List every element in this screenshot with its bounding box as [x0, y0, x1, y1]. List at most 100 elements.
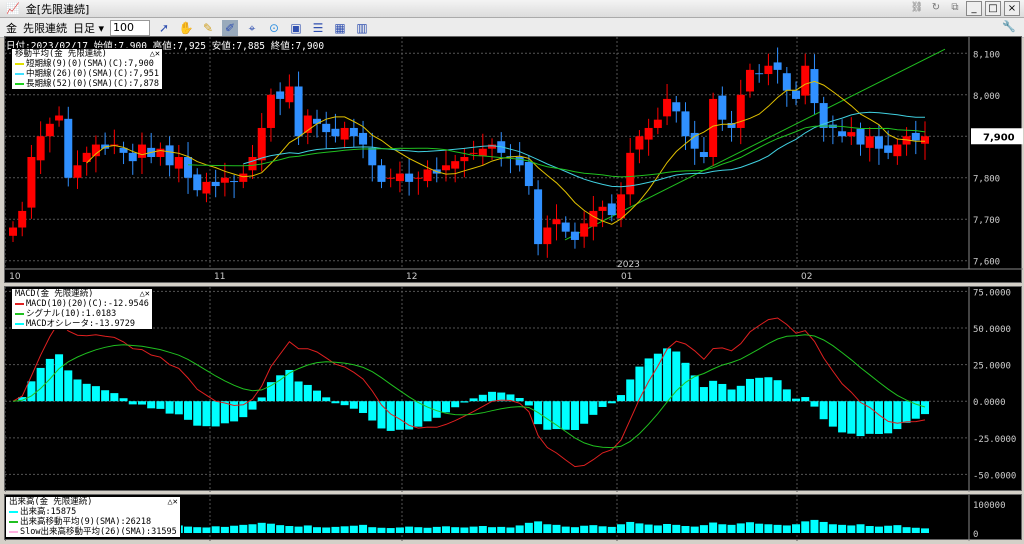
oscillator-bar	[174, 401, 183, 415]
cursor-icon[interactable]: ➚	[156, 20, 172, 36]
oscillator-bar	[709, 380, 718, 402]
oscillator-bar	[699, 387, 708, 402]
candle-body	[469, 152, 478, 154]
candle-body	[359, 132, 368, 145]
candle-body	[865, 136, 874, 148]
volume-bar	[515, 525, 524, 533]
oscillator-bar	[368, 401, 377, 421]
volume-bar	[745, 522, 754, 533]
volume-bar	[911, 527, 920, 533]
close-button[interactable]: ×	[1004, 1, 1020, 16]
volume-bar	[663, 523, 672, 533]
volume-bar	[313, 527, 321, 533]
oscillator-bar	[220, 401, 229, 424]
candle-body	[764, 65, 773, 75]
ma-short-row: 短期線(9)(0)(SMA)(C):7,900	[15, 59, 159, 69]
volume-legend: 出来高(金 先限連続) △✕ 出来高:15875 出来高移動平均(9)(SMA):…	[5, 496, 181, 538]
candle-body	[681, 111, 690, 137]
chart-icon[interactable]: ▣	[288, 20, 304, 36]
crosshair-icon[interactable]: ⌖	[244, 20, 260, 36]
period-dropdown[interactable]: 日足 ▾	[73, 20, 104, 36]
oscillator-bar	[340, 401, 349, 406]
oscillator-bar	[441, 401, 450, 413]
macd-panel[interactable]: 75.0000 50.0000 25.0000 0.0000 -25.0000 -50.0…	[4, 286, 1023, 492]
oscillator-bar	[27, 381, 36, 402]
candle-body	[773, 62, 782, 70]
volume-bar	[718, 524, 727, 533]
pencil-icon[interactable]: ✎	[200, 20, 216, 36]
oscillator-row: MACDオシレータ:-13.9729	[15, 319, 149, 329]
window-title: 金[先限連続]	[25, 2, 90, 16]
oscillator-bar	[414, 401, 423, 427]
candle-body	[635, 136, 644, 150]
volume-bar	[276, 525, 285, 533]
oscillator-bar	[488, 391, 497, 402]
table-icon[interactable]: ▦	[332, 20, 348, 36]
up-icon[interactable]: ⊙	[266, 20, 282, 36]
volume-bar	[543, 524, 552, 533]
volume-bar	[395, 527, 404, 533]
candle-body	[386, 177, 395, 179]
oscillator-bar	[921, 401, 929, 415]
refresh-icon[interactable]: ↻	[928, 1, 944, 16]
volume-bar	[211, 526, 220, 533]
copy-icon[interactable]: ⧉	[947, 1, 963, 16]
candle-body	[27, 157, 36, 208]
date-label: 12	[406, 272, 417, 282]
volume-bar	[792, 524, 801, 533]
macd-tick-label: 25.0000	[973, 362, 1011, 372]
symbol-label[interactable]: 金	[6, 20, 17, 36]
oscillator-bar	[322, 397, 331, 402]
draw-icon[interactable]: ✐	[222, 19, 239, 36]
hand-icon[interactable]: ✋	[178, 20, 194, 36]
volume-tick-label: 100000	[973, 501, 1006, 511]
settings-wrench-icon[interactable]: 🔧	[1002, 20, 1016, 33]
count-input[interactable]: 100	[110, 19, 151, 36]
maximize-button[interactable]: □	[985, 1, 1001, 16]
price-tick-label: 7,700	[973, 216, 1000, 226]
volume-bar	[699, 525, 708, 533]
volume-panel[interactable]: 100000 0 出来高(金 先限連続) △✕ 出来高:15875 出来高移動平均(…	[4, 494, 1022, 541]
link-icon[interactable]: ⛓	[909, 1, 925, 16]
candle-body	[414, 177, 423, 179]
price-panel[interactable]: 8,100 8,000 7,900 7,800 7,700 7,600 10 11 12 01 02…	[4, 36, 1023, 283]
candle-body	[782, 73, 791, 91]
oscillator-bar	[451, 401, 460, 408]
macd-row: MACD(10)(20)(C):-12.9546	[15, 299, 149, 309]
volume-bar	[653, 525, 662, 533]
contract-label[interactable]: 先限連続	[23, 20, 67, 36]
minimize-button[interactable]: _	[966, 1, 982, 16]
oscillator-bar	[211, 401, 220, 427]
candle-body	[45, 123, 54, 137]
candle-body	[607, 203, 616, 216]
candle-body	[313, 118, 321, 124]
volume-bar	[441, 526, 450, 533]
candle-body	[718, 95, 727, 120]
volume-bar	[681, 526, 690, 533]
oscillator-bar	[395, 401, 404, 430]
legend-close-icon[interactable]: △✕	[167, 497, 177, 507]
volume-tick-label: 0	[973, 530, 978, 540]
volume-bar	[359, 524, 368, 533]
candle-body	[755, 73, 764, 75]
oscillator-bar	[147, 401, 156, 409]
candle-body	[349, 127, 358, 137]
volume-bar	[524, 522, 533, 533]
price-tick-label: 7,600	[973, 258, 1000, 268]
candle-body	[55, 115, 64, 121]
candle-body	[911, 132, 920, 141]
ma-mid-row: 中期線(26)(0)(SMA)(C):7,951	[15, 69, 159, 79]
candle-body	[792, 90, 801, 99]
bar-chart-icon[interactable]: ▥	[354, 20, 370, 36]
oscillator-bar	[515, 397, 524, 402]
grid-icon[interactable]: ☰	[310, 20, 326, 36]
macd-chart[interactable]: 75.0000 50.0000 25.0000 0.0000 -25.0000 -50.0…	[5, 287, 1023, 492]
oscillator-bar	[617, 395, 625, 402]
oscillator-bar	[745, 378, 754, 402]
price-tick-label: 7,800	[973, 175, 1000, 185]
legend-close-icon[interactable]: △✕	[140, 289, 150, 299]
candle-body	[395, 173, 404, 182]
oscillator-bar	[73, 379, 82, 402]
oscillator-bar	[101, 390, 110, 402]
legend-close-icon[interactable]: △✕	[150, 49, 160, 59]
